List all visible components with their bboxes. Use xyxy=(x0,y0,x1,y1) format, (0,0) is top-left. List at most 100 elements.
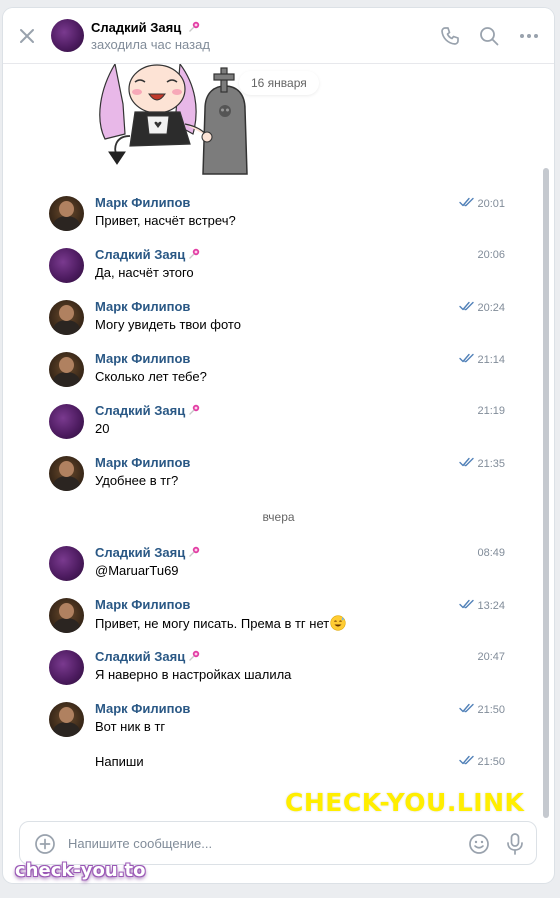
read-check-icon xyxy=(459,599,475,609)
message-author[interactable]: Марк Филипов xyxy=(95,351,190,366)
message-row: Марк Филипов Могу увидеть твои фото 20:24 xyxy=(3,299,533,348)
message-text-content: @MaruarTu69 xyxy=(95,563,179,578)
message-time: 13:24 xyxy=(459,599,505,612)
date-pill: 16 января xyxy=(239,71,319,95)
message-row: Марк Филипов Вот ник в тг 21:50 xyxy=(3,701,533,750)
search-icon[interactable] xyxy=(478,25,500,47)
read-check-icon xyxy=(459,703,475,713)
contact-name[interactable]: Сладкий Заяц xyxy=(91,20,200,35)
contact-status: заходила час назад xyxy=(91,37,210,52)
author-name[interactable]: Сладкий Заяц xyxy=(95,545,185,560)
message-author[interactable]: Марк Филипов xyxy=(95,597,190,612)
message-row: Марк Филипов Привет, насчёт встреч? 20:01 xyxy=(3,195,533,244)
message-time-value: 21:35 xyxy=(477,458,505,470)
read-check-icon xyxy=(459,353,475,363)
message-time: 08:49 xyxy=(477,547,505,559)
message-time: 20:24 xyxy=(459,301,505,314)
read-check-icon xyxy=(459,755,475,765)
message-row: Сладкий Заяц @MaruarTu69 08:49 xyxy=(3,545,533,594)
message-row: Марк Филипов Привет, не могу писать. Прем… xyxy=(3,597,533,646)
message-time: 21:50 xyxy=(459,755,505,768)
message-text: Да, насчёт этого xyxy=(95,265,194,280)
message-author[interactable]: Сладкий Заяц xyxy=(95,403,200,418)
message-time-value: 20:47 xyxy=(477,651,505,663)
message-author[interactable]: Сладкий Заяц xyxy=(95,649,200,664)
message-text: Удобнее в тг? xyxy=(95,473,178,488)
chat-header: Сладкий Заяц заходила час назад xyxy=(3,8,554,64)
avatar[interactable] xyxy=(49,702,84,737)
lollipop-badge-icon xyxy=(189,404,200,415)
message-composer xyxy=(19,821,537,865)
avatar[interactable] xyxy=(49,300,84,335)
author-name[interactable]: Марк Филипов xyxy=(95,455,190,470)
message-text: Сколько лет тебе? xyxy=(95,369,207,384)
message-time-value: 13:24 xyxy=(477,600,505,612)
more-icon[interactable] xyxy=(518,25,540,47)
message-input[interactable] xyxy=(68,833,448,853)
phone-icon[interactable] xyxy=(439,25,461,47)
avatar[interactable] xyxy=(51,19,84,52)
message-time: 21:19 xyxy=(477,405,505,417)
scrollbar[interactable] xyxy=(543,168,549,818)
chat-window: Сладкий Заяц заходила час назад 16 январ… xyxy=(3,8,554,883)
message-author[interactable]: Сладкий Заяц xyxy=(95,545,200,560)
author-name[interactable]: Марк Филипов xyxy=(95,597,190,612)
message-time: 21:50 xyxy=(459,703,505,716)
lollipop-badge-icon xyxy=(188,21,200,32)
message-row: Сладкий Заяц 20 21:19 xyxy=(3,403,533,452)
message-author[interactable]: Марк Филипов xyxy=(95,455,190,470)
author-name[interactable]: Сладкий Заяц xyxy=(95,649,185,664)
message-author[interactable]: Марк Филипов xyxy=(95,701,190,716)
author-name[interactable]: Марк Филипов xyxy=(95,701,190,716)
message-text-content: Удобнее в тг? xyxy=(95,473,179,488)
read-check-icon xyxy=(459,457,475,467)
avatar[interactable] xyxy=(49,248,84,283)
day-separator: вчера xyxy=(262,510,295,524)
avatar[interactable] xyxy=(49,404,84,439)
avatar[interactable] xyxy=(49,546,84,581)
author-name[interactable]: Сладкий Заяц xyxy=(95,247,185,262)
add-attachment-icon[interactable] xyxy=(34,833,56,855)
message-text-content: Да, насчёт этого xyxy=(95,265,194,280)
message-text-content: Могу увидеть твои фото xyxy=(95,317,241,332)
message-time: 21:35 xyxy=(459,457,505,470)
author-name[interactable]: Сладкий Заяц xyxy=(95,403,185,418)
read-check-icon xyxy=(459,301,475,311)
message-text-content: Вот ник в тг xyxy=(95,719,166,734)
avatar[interactable] xyxy=(49,456,84,491)
message-author[interactable]: Марк Филипов xyxy=(95,195,190,210)
microphone-icon[interactable] xyxy=(504,832,526,856)
message-time: 20:47 xyxy=(477,651,505,663)
author-name[interactable]: Марк Филипов xyxy=(95,195,190,210)
author-name[interactable]: Марк Филипов xyxy=(95,299,190,314)
message-text: Привет, не могу писать. Према в тг нет xyxy=(95,615,346,631)
avatar[interactable] xyxy=(49,650,84,685)
message-time-value: 20:06 xyxy=(477,249,505,261)
message-time-value: 21:19 xyxy=(477,405,505,417)
sweat-smile-emoji xyxy=(330,615,346,631)
message-text: 20 xyxy=(95,421,109,436)
message-time: 20:06 xyxy=(477,249,505,261)
close-icon[interactable] xyxy=(16,25,38,47)
message-text-content: Я наверно в настройках шалила xyxy=(95,667,292,682)
message-text: Могу увидеть твои фото xyxy=(95,317,241,332)
message-time: 20:01 xyxy=(459,197,505,210)
message-text-content: Привет, не могу писать. Према в тг нет xyxy=(95,616,330,631)
avatar[interactable] xyxy=(49,598,84,633)
message-time-value: 20:01 xyxy=(477,198,505,210)
message-author[interactable]: Сладкий Заяц xyxy=(95,247,200,262)
message-text-content: Привет, насчёт встреч? xyxy=(95,213,236,228)
message-time-value: 21:14 xyxy=(477,354,505,366)
message-text: Я наверно в настройках шалила xyxy=(95,667,291,682)
message-text-content: 20 xyxy=(95,421,110,436)
avatar[interactable] xyxy=(49,196,84,231)
avatar[interactable] xyxy=(49,352,84,387)
message-row: Сладкий Заяц Да, насчёт этого 20:06 xyxy=(3,247,533,296)
author-name[interactable]: Марк Филипов xyxy=(95,351,190,366)
message-text: Вот ник в тг xyxy=(95,719,165,734)
read-check-icon xyxy=(459,197,475,207)
message-author[interactable]: Марк Филипов xyxy=(95,299,190,314)
message-text-content: Сколько лет тебе? xyxy=(95,369,207,384)
message-text: Напиши xyxy=(95,754,144,769)
emoji-smile-icon[interactable] xyxy=(468,833,490,855)
